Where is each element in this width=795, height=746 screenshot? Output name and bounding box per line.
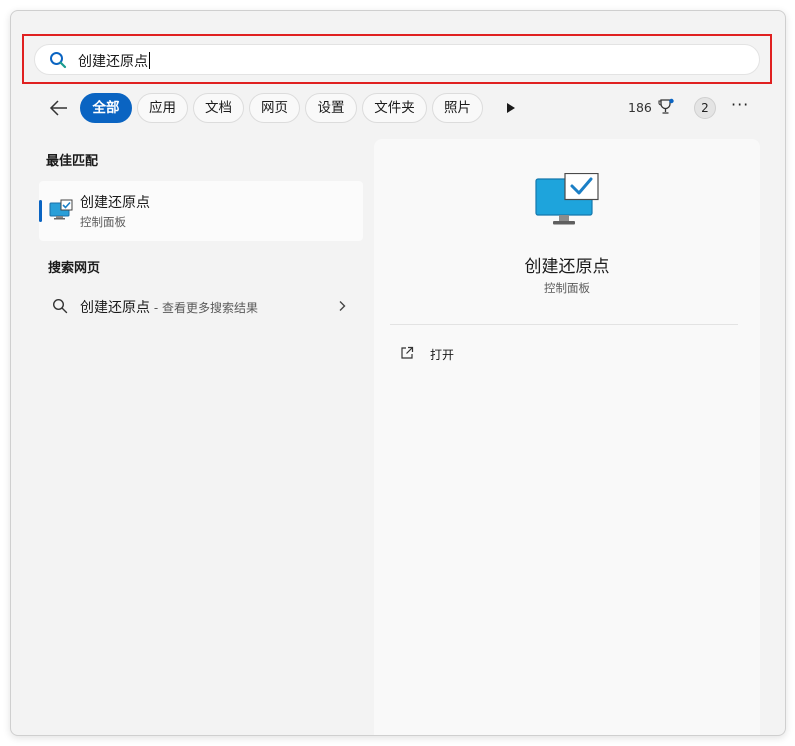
detail-name: 创建还原点 bbox=[524, 257, 610, 277]
back-arrow-icon[interactable] bbox=[48, 97, 70, 119]
search-box-highlight bbox=[22, 34, 772, 84]
avatar[interactable]: 2 bbox=[694, 97, 716, 119]
open-action-label: 打开 bbox=[430, 348, 455, 362]
tab-settings[interactable]: 设置 bbox=[305, 93, 357, 123]
tab-folders[interactable]: 文件夹 bbox=[362, 93, 427, 123]
tab-photos[interactable]: 照片 bbox=[432, 93, 483, 123]
tab-documents[interactable]: 文档 bbox=[193, 93, 244, 123]
best-match-heading: 最佳匹配 bbox=[46, 154, 99, 169]
web-search-query: 创建还原点 bbox=[80, 300, 150, 316]
search-icon bbox=[52, 298, 68, 314]
tab-web[interactable]: 网页 bbox=[249, 93, 300, 123]
web-search-text: 创建还原点 - 查看更多搜索结果 bbox=[80, 297, 258, 317]
monitor-check-icon bbox=[535, 173, 599, 225]
monitor-check-icon bbox=[49, 199, 73, 220]
best-match-item[interactable]: 创建还原点 控制面板 bbox=[39, 181, 363, 241]
divider bbox=[390, 324, 738, 325]
detail-subtitle: 控制面板 bbox=[544, 281, 590, 295]
best-match-name: 创建还原点 bbox=[80, 195, 150, 211]
best-match-subtitle: 控制面板 bbox=[80, 215, 126, 229]
search-window: 创建还原点 全部 应用 文档 网页 设置 文件夹 照片 186 2 ··· 最佳… bbox=[10, 10, 786, 736]
tab-apps[interactable]: 应用 bbox=[137, 93, 188, 123]
selection-indicator bbox=[39, 200, 42, 222]
web-search-suffix: - 查看更多搜索结果 bbox=[150, 301, 258, 315]
play-icon[interactable] bbox=[507, 103, 515, 113]
open-external-icon bbox=[401, 346, 414, 359]
trophy-icon[interactable] bbox=[658, 98, 674, 116]
rewards-points: 186 bbox=[628, 100, 652, 115]
detail-panel: 创建还原点 控制面板 打开 bbox=[374, 139, 760, 735]
chevron-right-icon[interactable] bbox=[337, 300, 347, 312]
web-search-item[interactable]: 创建还原点 - 查看更多搜索结果 bbox=[39, 291, 363, 321]
tab-all[interactable]: 全部 bbox=[80, 93, 132, 123]
open-action[interactable]: 打开 bbox=[400, 345, 600, 365]
web-search-heading: 搜索网页 bbox=[48, 261, 101, 276]
more-options-button[interactable]: ··· bbox=[731, 95, 749, 114]
